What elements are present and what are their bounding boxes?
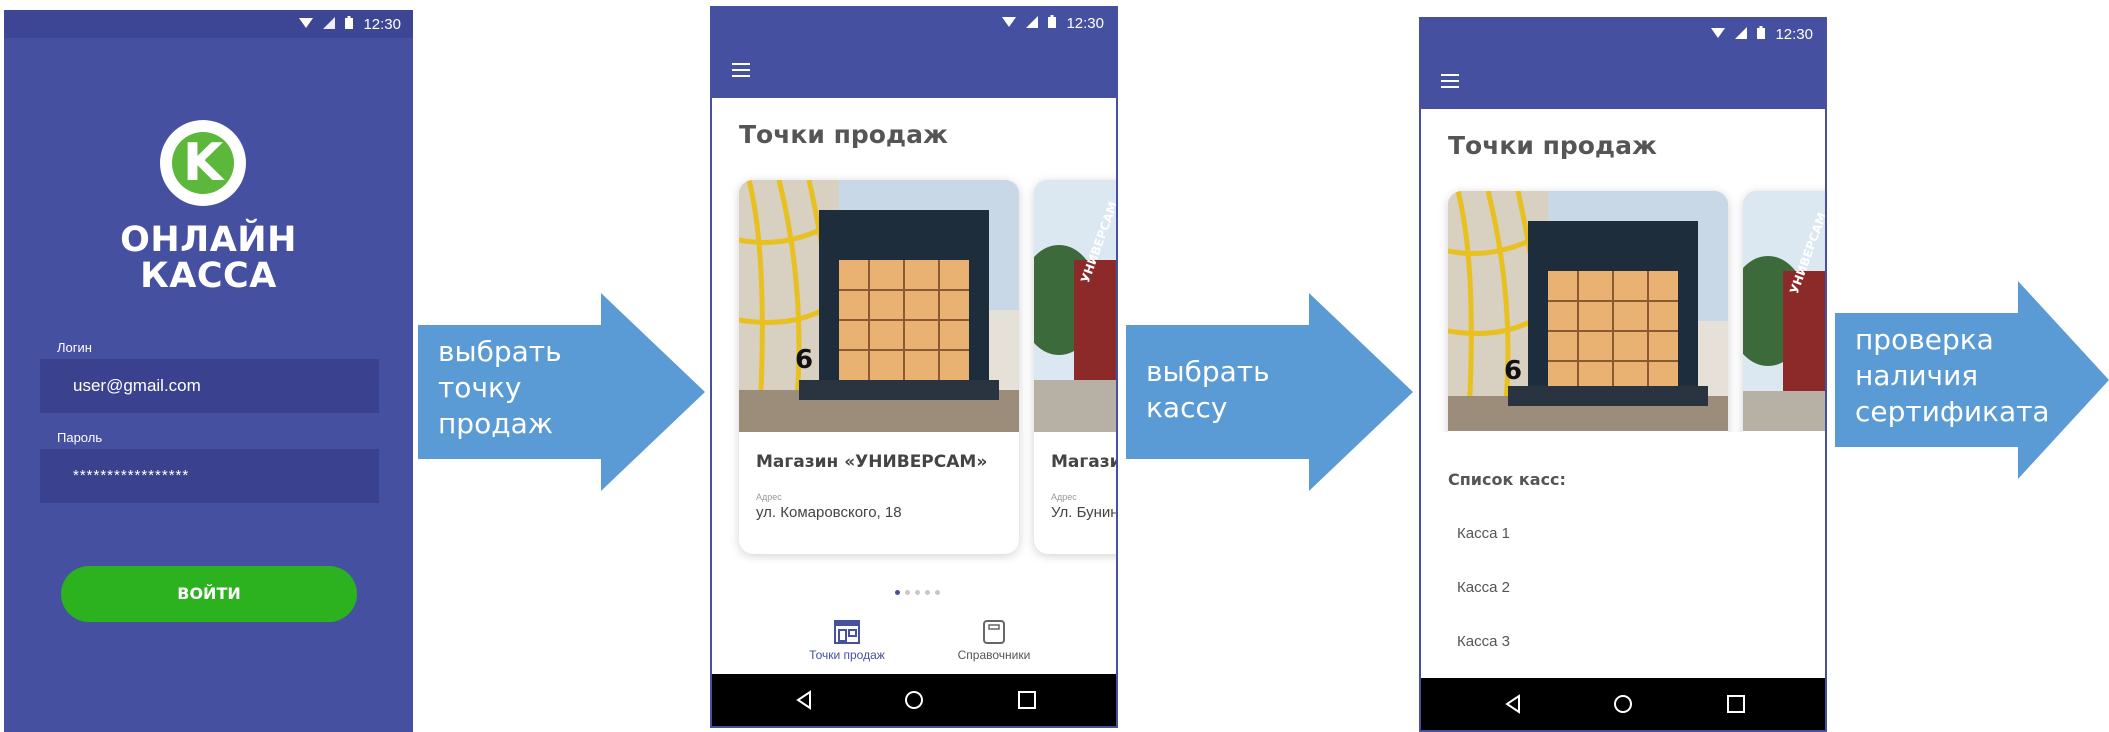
arrow-1-text-line3: продаж	[438, 407, 553, 440]
arrow-3-text-line1: проверка	[1855, 323, 1994, 356]
status-bar: 12:30	[4, 10, 413, 38]
sales-point-card[interactable]: 6 Магазин «УНИВЕРСАМ» Адрес ул. Комаровс…	[739, 180, 1019, 554]
register-item[interactable]: Касса 1	[1457, 525, 1510, 542]
wifi-icon	[1711, 26, 1726, 43]
page-title: Точки продаж	[739, 120, 948, 149]
address-label: Адрес	[756, 492, 782, 502]
arrow-2-text-line1: выбрать	[1146, 355, 1270, 388]
arrow-2-text-line2: кассу	[1146, 391, 1228, 424]
signal-icon	[323, 16, 336, 33]
system-nav-bar	[712, 674, 1116, 726]
signal-icon	[1735, 26, 1748, 43]
arrow-3-text-line3: сертификата	[1855, 395, 2050, 428]
page-title: Точки продаж	[1448, 131, 1657, 160]
pagination-dot[interactable]	[935, 590, 940, 595]
app-bar: 12:30	[1421, 19, 1825, 109]
book-icon	[981, 620, 1007, 644]
pagination-dot[interactable]	[925, 590, 930, 595]
home-icon[interactable]	[902, 688, 926, 712]
arrow-3-text-line2: наличия	[1855, 359, 1979, 392]
login-label: Логин	[57, 340, 92, 355]
tab-label: Справочники	[957, 648, 1031, 662]
signal-icon	[1026, 15, 1039, 32]
status-time: 12:30	[363, 15, 401, 33]
sales-point-card[interactable]: УНИВЕРСАМ Магазин Адрес Ул. Бунина	[1034, 180, 1118, 554]
card-title: Магазин «УНИВЕРСАМ»	[756, 452, 988, 472]
status-time: 12:30	[1775, 25, 1813, 43]
login-button[interactable]: ВОЙТИ	[61, 566, 357, 622]
back-icon[interactable]	[792, 688, 816, 712]
address-label: Адрес	[1051, 492, 1077, 502]
login-screen: 12:30 K ОНЛАЙН КАССА Логин user@gmail.co…	[4, 10, 413, 732]
battery-icon	[345, 15, 354, 33]
home-icon[interactable]	[1611, 692, 1635, 716]
logo-text-line1: ОНЛАЙН	[120, 220, 297, 260]
wifi-icon	[299, 16, 314, 33]
registers-screen: 12:30 Точки продаж 6 УНИВЕРСАМ Список ка…	[1419, 17, 1827, 732]
menu-icon[interactable]	[732, 58, 750, 83]
menu-icon[interactable]	[1441, 69, 1459, 94]
battery-icon	[1048, 14, 1057, 32]
tab-label: Точки продаж	[809, 648, 885, 662]
store-photo	[1448, 191, 1728, 431]
arrow-1-text-line1: выбрать	[438, 335, 562, 368]
logo-text-line2: КАССА	[140, 256, 277, 296]
login-input[interactable]: user@gmail.com	[40, 359, 379, 413]
app-logo: K	[160, 120, 246, 206]
system-nav-bar	[1421, 678, 1825, 730]
tab-directories[interactable]: Справочники	[944, 620, 1044, 662]
logo-letter: K	[172, 132, 234, 194]
battery-icon	[1757, 25, 1766, 43]
storefront-icon	[834, 620, 860, 644]
recents-icon[interactable]	[1015, 688, 1039, 712]
status-time: 12:30	[1066, 14, 1104, 32]
address-value: ул. Комаровского, 18	[756, 504, 902, 521]
register-item[interactable]: Касса 3	[1457, 633, 1510, 650]
card-title: Магазин	[1051, 452, 1116, 472]
status-bar: 12:30	[1421, 19, 1825, 49]
pagination-dot[interactable]	[905, 590, 910, 595]
wifi-icon	[1002, 15, 1017, 32]
sales-points-screen: 12:30 Точки продаж 6 Магазин «УНИВЕРСАМ»…	[710, 6, 1118, 728]
password-input[interactable]: *****************	[40, 449, 379, 503]
app-bar: 12:30	[712, 8, 1116, 98]
pagination-dot[interactable]	[895, 590, 900, 595]
store-sign: 6	[1504, 356, 1523, 386]
status-bar: 12:30	[712, 8, 1116, 38]
recents-icon[interactable]	[1724, 692, 1748, 716]
tab-sales-points[interactable]: Точки продаж	[797, 620, 897, 662]
registers-list-title: Список касс:	[1448, 470, 1566, 489]
arrow-1-text-line2: точку	[438, 371, 522, 404]
register-item[interactable]: Касса 2	[1457, 579, 1510, 596]
password-label: Пароль	[57, 430, 103, 445]
store-sign: 6	[795, 345, 814, 375]
store-photo	[739, 180, 1019, 432]
address-value: Ул. Бунина	[1051, 504, 1118, 521]
carousel-pagination	[895, 590, 940, 595]
back-icon[interactable]	[1501, 692, 1525, 716]
pagination-dot[interactable]	[915, 590, 920, 595]
